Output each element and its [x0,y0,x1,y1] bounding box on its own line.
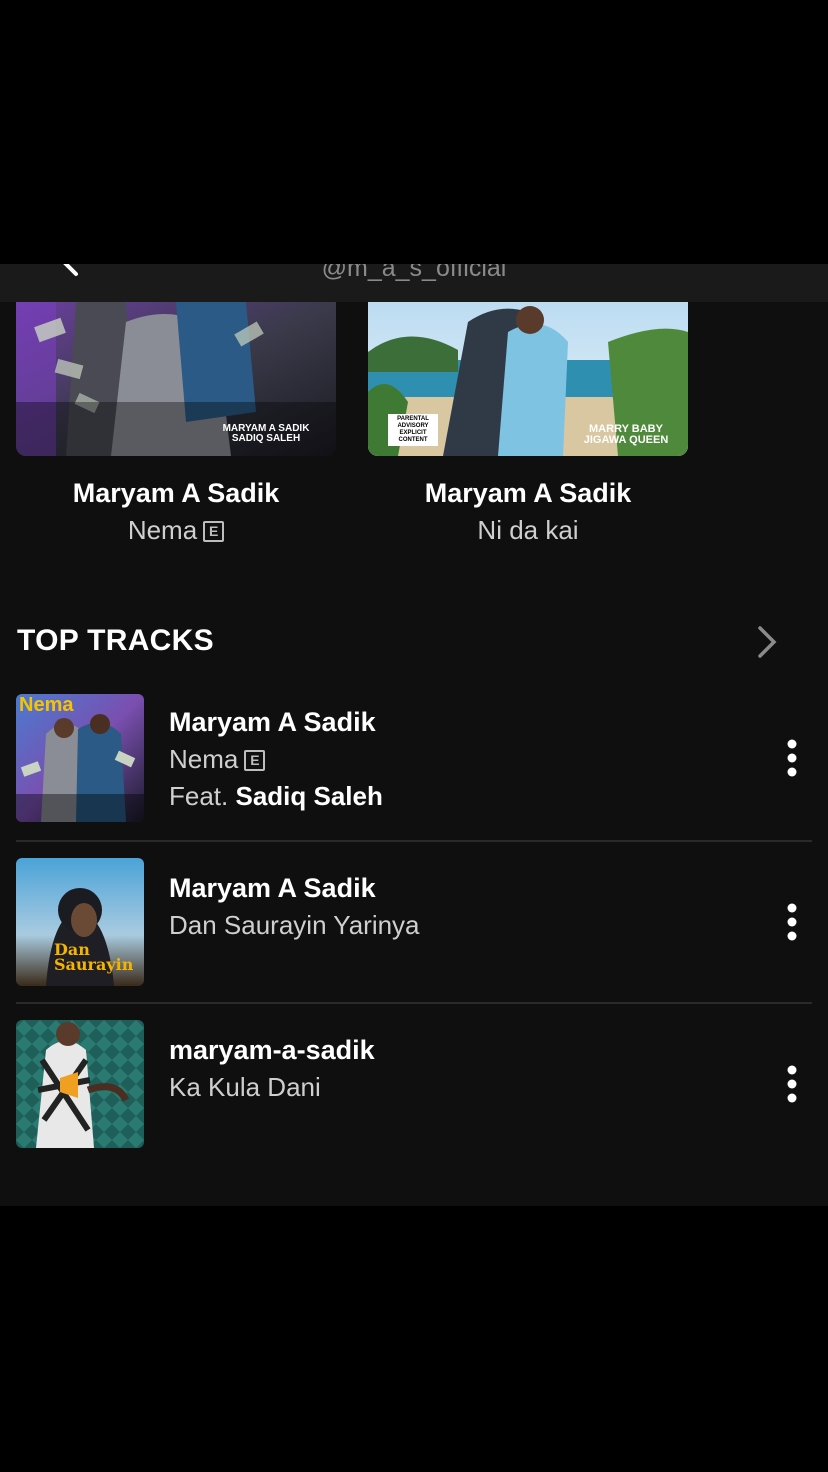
album-title: Ni da kai [477,515,579,545]
track-cover-text: Dan Saurayin [54,940,134,974]
album-artist: Maryam A Sadik [424,478,632,508]
feat-label: Feat. [169,781,229,811]
track-title: Ka Kula Dani [169,1072,321,1102]
album-title-row: Nema E [16,515,336,546]
track-row[interactable]: Dan Saurayin Maryam A Sadik Dan Saurayin… [16,840,812,1002]
track-cover: Dan Saurayin [16,858,144,986]
album-cover-text: MARYAM A SADIK SADIQ SALEH [222,423,310,444]
more-vertical-icon[interactable] [782,902,802,942]
top-tracks-title: TOP TRACKS [17,624,214,657]
track-cover: Nema [16,694,144,822]
artist-handle: @m_a_s_official [321,264,507,282]
track-cover-text: Nema [19,694,74,716]
track-title: Dan Saurayin Yarinya [169,910,420,940]
track-info: maryam-a-sadik Ka Kula Dani [169,1032,729,1106]
track-title: Nema [169,744,239,774]
artist-page: @m_a_s_official MARYAM A SADIK SADIQ SAL… [0,264,828,1206]
track-info: Maryam A Sadik Dan Saurayin Yarinya [169,870,729,944]
track-row[interactable]: Nema Maryam A Sadik Nema E Feat. Sadiq Sa… [16,694,812,840]
top-app-bar: @m_a_s_official [0,264,828,302]
explicit-icon: E [244,750,266,771]
more-vertical-icon[interactable] [782,1064,802,1104]
album-cover: MARYAM A SADIK SADIQ SALEH [16,302,336,456]
track-row[interactable]: maryam-a-sadik Ka Kula Dani [16,1002,812,1164]
more-vertical-icon[interactable] [782,738,802,778]
track-featuring: Feat. Sadiq Saleh [169,778,729,815]
album-cover: PARENTAL ADVISORY EXPLICIT CONTENT MARRY… [368,302,688,456]
album-title: Nema [127,515,198,545]
feat-artist[interactable]: Sadiq Saleh [235,781,382,811]
album-carousel[interactable]: MARYAM A SADIK SADIQ SALEH Maryam A Sadi… [0,302,828,552]
album-card-nema[interactable]: MARYAM A SADIK SADIQ SALEH Maryam A Sadi… [16,302,336,546]
album-artist: Maryam A Sadik [72,478,280,508]
top-tracks-header: TOP TRACKS [17,624,811,664]
album-cover-text: MARRY BABY JIGAWA QUEEN [583,423,669,446]
chevron-right-icon[interactable] [751,624,781,660]
track-artist: maryam-a-sadik [169,1035,375,1065]
track-cover [16,1020,144,1148]
album-card-ni-da-kai[interactable]: PARENTAL ADVISORY EXPLICIT CONTENT MARRY… [368,302,688,546]
track-artist: Maryam A Sadik [169,873,376,903]
advisory-label: PARENTAL ADVISORY EXPLICIT CONTENT [388,414,438,446]
top-tracks-list: Nema Maryam A Sadik Nema E Feat. Sadiq Sa… [16,694,812,1164]
track-artist: Maryam A Sadik [169,707,376,737]
track-info: Maryam A Sadik Nema E Feat. Sadiq Saleh [169,704,729,815]
explicit-icon: E [203,521,225,542]
track-title-row: Nema E [169,741,729,778]
